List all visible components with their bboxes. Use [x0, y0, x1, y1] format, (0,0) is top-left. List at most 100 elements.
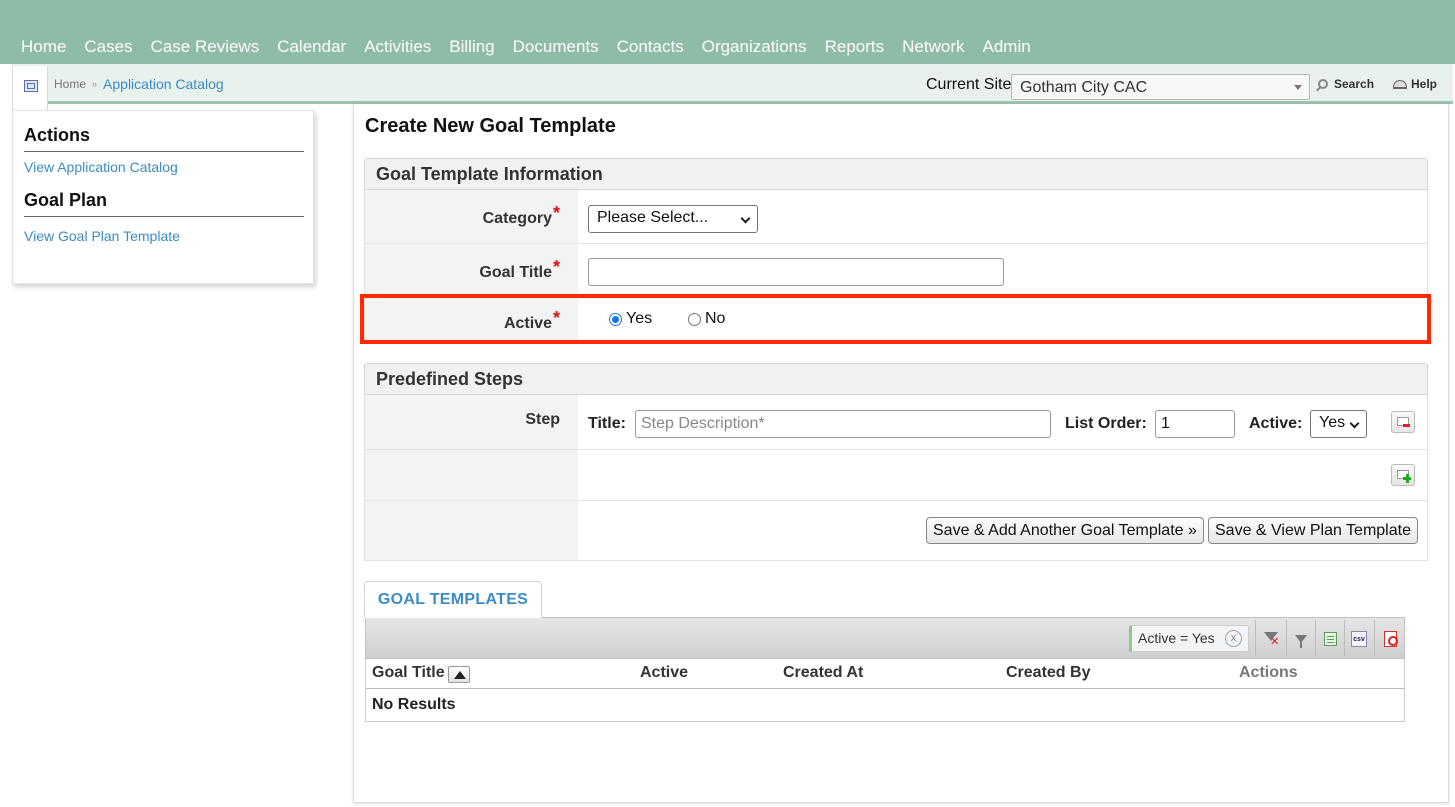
nav-item-calendar[interactable]: Calendar	[277, 37, 346, 57]
breadcrumb-current[interactable]: Application Catalog	[103, 76, 224, 92]
current-site-label: Current Site	[926, 76, 1012, 93]
column-header-created-by[interactable]: Created By	[1006, 664, 1090, 682]
nav-item-contacts[interactable]: Contacts	[617, 37, 684, 57]
dropdown-arrow-icon	[1294, 85, 1302, 90]
predefined-steps-heading: Predefined Steps	[364, 363, 1428, 395]
plus-icon	[1406, 474, 1409, 483]
divider	[24, 216, 304, 217]
save-add-another-button[interactable]: Save & Add Another Goal Template »	[926, 517, 1204, 544]
step-active-select[interactable]: Yes	[1310, 410, 1367, 438]
save-view-plan-button[interactable]: Save & View Plan Template	[1208, 517, 1418, 544]
chevron-down-icon	[740, 213, 751, 224]
list-order-label: List Order:	[1065, 415, 1147, 432]
nav-item-cases[interactable]: Cases	[84, 37, 132, 57]
chevron-down-icon	[1349, 418, 1360, 429]
nav-item-case-reviews[interactable]: Case Reviews	[151, 37, 260, 57]
current-site-value: Gotham City CAC	[1020, 79, 1148, 96]
sidebar-panel: Actions View Application Catalog Goal Pl…	[12, 110, 314, 284]
page-title: Create New Goal Template	[365, 115, 616, 137]
active-filter-chip: Active = Yes x	[1129, 625, 1249, 652]
search-button[interactable]: Search	[1318, 77, 1374, 91]
export-csv-button[interactable]: csv	[1345, 625, 1373, 652]
category-select[interactable]: Please Select...	[588, 205, 758, 233]
pdf-icon	[1383, 630, 1398, 647]
column-header-created-at[interactable]: Created At	[783, 664, 863, 682]
filter-icon	[1295, 634, 1307, 648]
export-excel-button[interactable]	[1316, 625, 1344, 652]
goal-plan-heading: Goal Plan	[24, 190, 108, 210]
step-label: Step	[525, 411, 560, 428]
step-description-input[interactable]	[635, 410, 1051, 438]
category-value: Please Select...	[597, 209, 709, 226]
filter-button[interactable]	[1287, 625, 1315, 652]
active-yes-radio[interactable]: Yes	[609, 310, 652, 328]
breadcrumb-home[interactable]: Home	[54, 77, 86, 91]
active-yes-label: Yes	[626, 310, 653, 327]
list-order-input[interactable]	[1155, 410, 1235, 438]
step-label-cell: Step	[365, 395, 578, 449]
top-navigation-bar: Home Cases Case Reviews Calendar Activit…	[0, 0, 1455, 64]
column-header-active[interactable]: Active	[640, 664, 688, 682]
window-icon	[24, 80, 38, 92]
grid-toolbar	[365, 617, 1405, 659]
breadcrumb: Home » Application Catalog	[54, 76, 224, 92]
radio-selected-icon	[609, 312, 622, 326]
remove-filter-button[interactable]: x	[1225, 630, 1242, 647]
add-step-button[interactable]	[1391, 464, 1415, 486]
grid-body	[365, 689, 1405, 722]
nav-item-home[interactable]: Home	[21, 37, 66, 57]
sort-ascending-icon[interactable]	[448, 666, 470, 683]
nav-item-admin[interactable]: Admin	[983, 37, 1031, 57]
clear-filters-button[interactable]	[1257, 625, 1285, 652]
step-title-label: Title:	[588, 415, 626, 432]
required-marker: *	[552, 257, 560, 277]
category-row: Category*	[364, 190, 1428, 244]
current-site-select[interactable]: Gotham City CAC	[1011, 74, 1310, 100]
clear-filter-icon	[1264, 631, 1279, 648]
active-filter-text: Active = Yes	[1138, 630, 1215, 646]
spreadsheet-icon	[1323, 631, 1337, 646]
nav-item-activities[interactable]: Activities	[364, 37, 431, 57]
view-application-catalog-link[interactable]: View Application Catalog	[24, 159, 178, 175]
search-label: Search	[1334, 77, 1375, 91]
active-row: Active*	[364, 296, 1428, 342]
column-header-goal-title[interactable]: Goal Title	[372, 664, 445, 682]
radio-unselected-icon	[688, 312, 701, 326]
required-marker: *	[552, 203, 560, 223]
add-step-row	[364, 450, 1428, 501]
category-label-cell: Category*	[365, 190, 578, 243]
help-icon	[1393, 79, 1407, 89]
nav-item-documents[interactable]: Documents	[513, 37, 599, 57]
remove-step-button[interactable]	[1391, 411, 1415, 433]
sidebar-toggle[interactable]	[12, 66, 48, 112]
divider	[1255, 620, 1256, 656]
goal-title-input[interactable]	[588, 258, 1004, 286]
nav-item-organizations[interactable]: Organizations	[702, 37, 807, 57]
main-menu: Home Cases Case Reviews Calendar Activit…	[21, 37, 1031, 57]
view-goal-plan-template-link[interactable]: View Goal Plan Template	[24, 228, 180, 244]
step-active-label: Active:	[1249, 415, 1303, 432]
active-label-cell: Active*	[365, 296, 578, 341]
category-label: Category*	[482, 203, 560, 227]
active-no-radio[interactable]: No	[688, 310, 725, 328]
help-button[interactable]: Help	[1393, 77, 1437, 91]
actions-heading: Actions	[24, 125, 91, 145]
breadcrumb-separator: »	[92, 79, 98, 89]
nav-item-billing[interactable]: Billing	[449, 37, 494, 57]
divider	[24, 151, 304, 152]
actions-label-cell	[365, 501, 578, 560]
minus-icon	[1403, 424, 1410, 427]
nav-item-reports[interactable]: Reports	[825, 37, 885, 57]
csv-icon: csv	[1351, 630, 1367, 647]
nav-item-network[interactable]: Network	[902, 37, 964, 57]
active-label: Active*	[503, 308, 560, 332]
active-no-label: No	[705, 310, 726, 327]
required-marker: *	[552, 308, 560, 328]
divider	[1374, 620, 1375, 656]
export-pdf-button[interactable]	[1376, 625, 1404, 652]
column-header-actions: Actions	[1239, 664, 1298, 681]
tab-goal-templates[interactable]: GOAL TEMPLATES	[364, 581, 542, 618]
help-label: Help	[1411, 77, 1438, 91]
no-results-text: No Results	[372, 696, 456, 713]
step-active-value: Yes	[1319, 414, 1346, 431]
